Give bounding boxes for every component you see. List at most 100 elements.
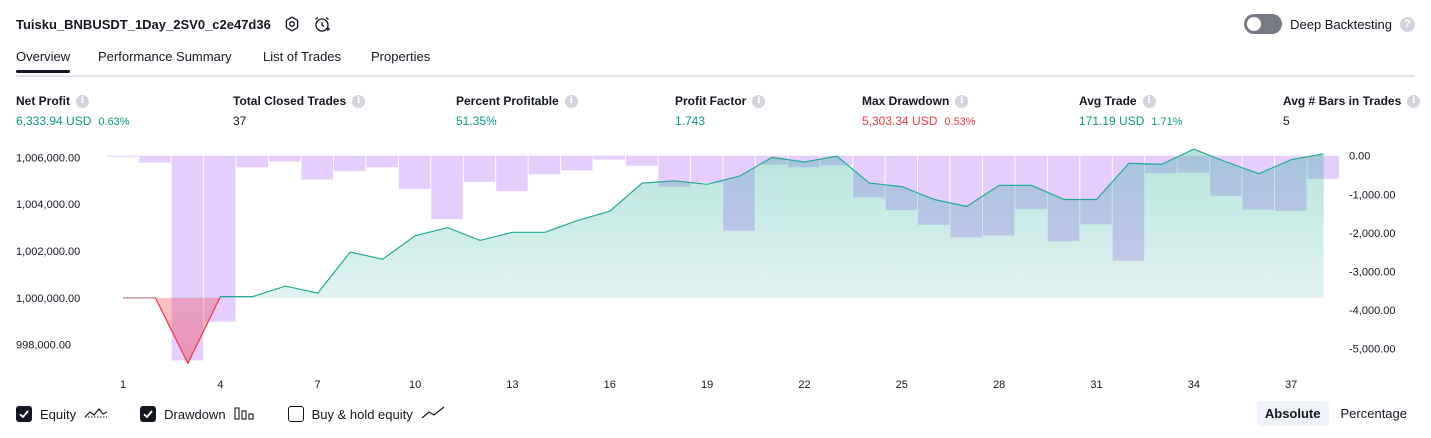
x-tick-label: 22 <box>798 379 810 391</box>
metric-label: Profit Factor <box>675 94 747 108</box>
deep-backtesting-label: Deep Backtesting <box>1290 16 1392 32</box>
drawdown-bar <box>496 155 528 192</box>
metric-value: 37 <box>233 114 247 128</box>
legend-label: Equity <box>40 406 77 422</box>
settings-icon[interactable] <box>283 15 301 33</box>
metric-percent: 0.53% <box>944 116 976 128</box>
drawdown-bar <box>626 155 658 166</box>
drawdown-bar <box>236 155 269 168</box>
drawdown-bar <box>333 155 366 172</box>
equity-drawdown-chart[interactable]: 998,000.00 1,000,000.00 1,002,000.00 1,004,… <box>0 138 1431 398</box>
chart-legend: Equity Drawdown Buy & hold equity <box>16 404 477 424</box>
buy-hold-checkbox[interactable] <box>287 406 304 422</box>
drawdown-bar <box>139 155 171 163</box>
metric-value: 1.743 <box>675 114 706 128</box>
metric-label: Percent Profitable <box>456 94 559 108</box>
legend-equity[interactable]: Equity <box>16 406 108 423</box>
y-right-tick-label: -5,000.00 <box>1349 344 1395 356</box>
y-left-tick-label: 1,000,000.00 <box>16 293 80 305</box>
drawdown-bars-icon <box>234 406 256 423</box>
drawdown-checkbox[interactable] <box>140 406 157 422</box>
value-mode-switch: Absolute Percentage <box>1256 401 1416 426</box>
legend-drawdown[interactable]: Drawdown <box>140 406 255 423</box>
metric-profit-factor: Profit Factor i 1.743 <box>675 93 766 128</box>
drawdown-bar <box>431 155 463 219</box>
drawdown-bar <box>593 155 625 160</box>
metric-total-closed-trades: Total Closed Trades i 37 <box>233 93 366 128</box>
drawdown-bar <box>269 155 301 162</box>
x-tick-label: 4 <box>217 379 223 391</box>
x-tick-label: 19 <box>701 379 713 391</box>
drawdown-bar <box>398 155 431 189</box>
x-tick-label: 13 <box>506 379 518 391</box>
drawdown-bar <box>463 155 496 182</box>
deep-backtesting-toggle[interactable] <box>1244 14 1283 34</box>
y-right-tick-label: -4,000.00 <box>1349 305 1395 317</box>
equity-line-icon <box>84 406 108 423</box>
metric-net-profit: Net Profit i 6,333.94 USD 0.63% <box>16 93 130 128</box>
metric-label: Net Profit <box>16 94 70 108</box>
absolute-button[interactable]: Absolute <box>1256 401 1329 426</box>
x-tick-label: 1 <box>120 379 126 391</box>
x-tick-label: 7 <box>315 379 321 391</box>
percentage-button[interactable]: Percentage <box>1333 401 1416 426</box>
help-icon[interactable]: ? <box>1400 16 1415 32</box>
y-left-tick-label: 1,006,000.00 <box>16 152 80 164</box>
y-left-tick-label: 1,004,000.00 <box>16 199 80 211</box>
metric-percent: 1.71% <box>1151 116 1183 128</box>
trend-line-icon <box>421 406 445 423</box>
metric-label: Avg Trade <box>1079 94 1137 108</box>
info-icon[interactable]: i <box>955 94 969 108</box>
y-right-tick-label: 0.00 <box>1349 151 1370 163</box>
metric-label: Max Drawdown <box>862 94 950 108</box>
metric-label: Avg # Bars in Trades <box>1283 94 1402 108</box>
info-icon[interactable]: i <box>564 94 578 108</box>
alarm-clock-icon[interactable] <box>313 15 331 33</box>
x-tick-label: 28 <box>993 379 1005 391</box>
legend-buy-hold-equity[interactable]: Buy & hold equity <box>287 406 445 423</box>
x-tick-label: 10 <box>409 379 421 391</box>
info-icon[interactable]: i <box>352 94 366 108</box>
y-right-tick-label: -2,000.00 <box>1349 228 1395 240</box>
strategy-title: Tuisku_BNBUSDT_1Day_2SV0_c2e47d36 <box>16 16 271 32</box>
tab-properties[interactable]: Properties <box>371 49 430 64</box>
drawdown-bar <box>690 155 723 183</box>
toggle-knob <box>1247 17 1262 31</box>
metric-max-drawdown: Max Drawdown i 5,303.34 USD 0.53% <box>862 93 976 128</box>
equity-checkbox[interactable] <box>16 406 32 422</box>
metric-value: 5 <box>1283 114 1290 128</box>
drawdown-bar <box>366 155 398 168</box>
legend-label: Drawdown <box>164 406 226 422</box>
tab-list-of-trades[interactable]: List of Trades <box>263 49 341 64</box>
y-right-tick-label: -3,000.00 <box>1349 267 1395 279</box>
tab-overview[interactable]: Overview <box>16 49 71 73</box>
y-right-tick-label: -1,000.00 <box>1349 189 1395 201</box>
legend-label: Buy & hold equity <box>311 406 413 422</box>
drawdown-bar <box>106 155 139 157</box>
x-tick-label: 25 <box>896 379 908 391</box>
deep-backtesting: Deep Backtesting ? <box>1244 12 1415 36</box>
drawdown-bar <box>301 155 333 180</box>
metric-value: 171.19 USD <box>1079 114 1145 128</box>
metric-percent-profitable: Percent Profitable i 51.35% <box>456 93 578 128</box>
drawdown-bar <box>528 155 561 175</box>
metric-avg-bars: Avg # Bars in Trades i 5 <box>1283 93 1421 128</box>
equity-area-up <box>219 149 1324 298</box>
strategy-header: Tuisku_BNBUSDT_1Day_2SV0_c2e47d36 <box>16 12 331 36</box>
metric-value: 5,303.34 USD <box>862 114 938 128</box>
metric-avg-trade: Avg Trade i 171.19 USD 1.71% <box>1079 93 1183 128</box>
metric-value: 51.35% <box>456 114 497 128</box>
y-left-tick-label: 998,000.00 <box>16 340 71 352</box>
metric-percent: 0.63% <box>98 116 130 128</box>
x-tick-label: 16 <box>604 379 616 391</box>
info-icon[interactable]: i <box>752 94 766 108</box>
y-left-tick-label: 1,002,000.00 <box>16 246 80 258</box>
x-tick-label: 34 <box>1188 379 1200 391</box>
info-icon[interactable]: i <box>76 94 89 108</box>
info-icon[interactable]: i <box>1142 94 1156 108</box>
info-icon[interactable]: i <box>1407 94 1421 108</box>
metric-label: Total Closed Trades <box>233 94 347 108</box>
tab-performance-summary[interactable]: Performance Summary <box>98 49 232 64</box>
x-tick-label: 37 <box>1285 379 1297 391</box>
tab-bar: Overview Performance Summary List of Tra… <box>16 42 1415 77</box>
